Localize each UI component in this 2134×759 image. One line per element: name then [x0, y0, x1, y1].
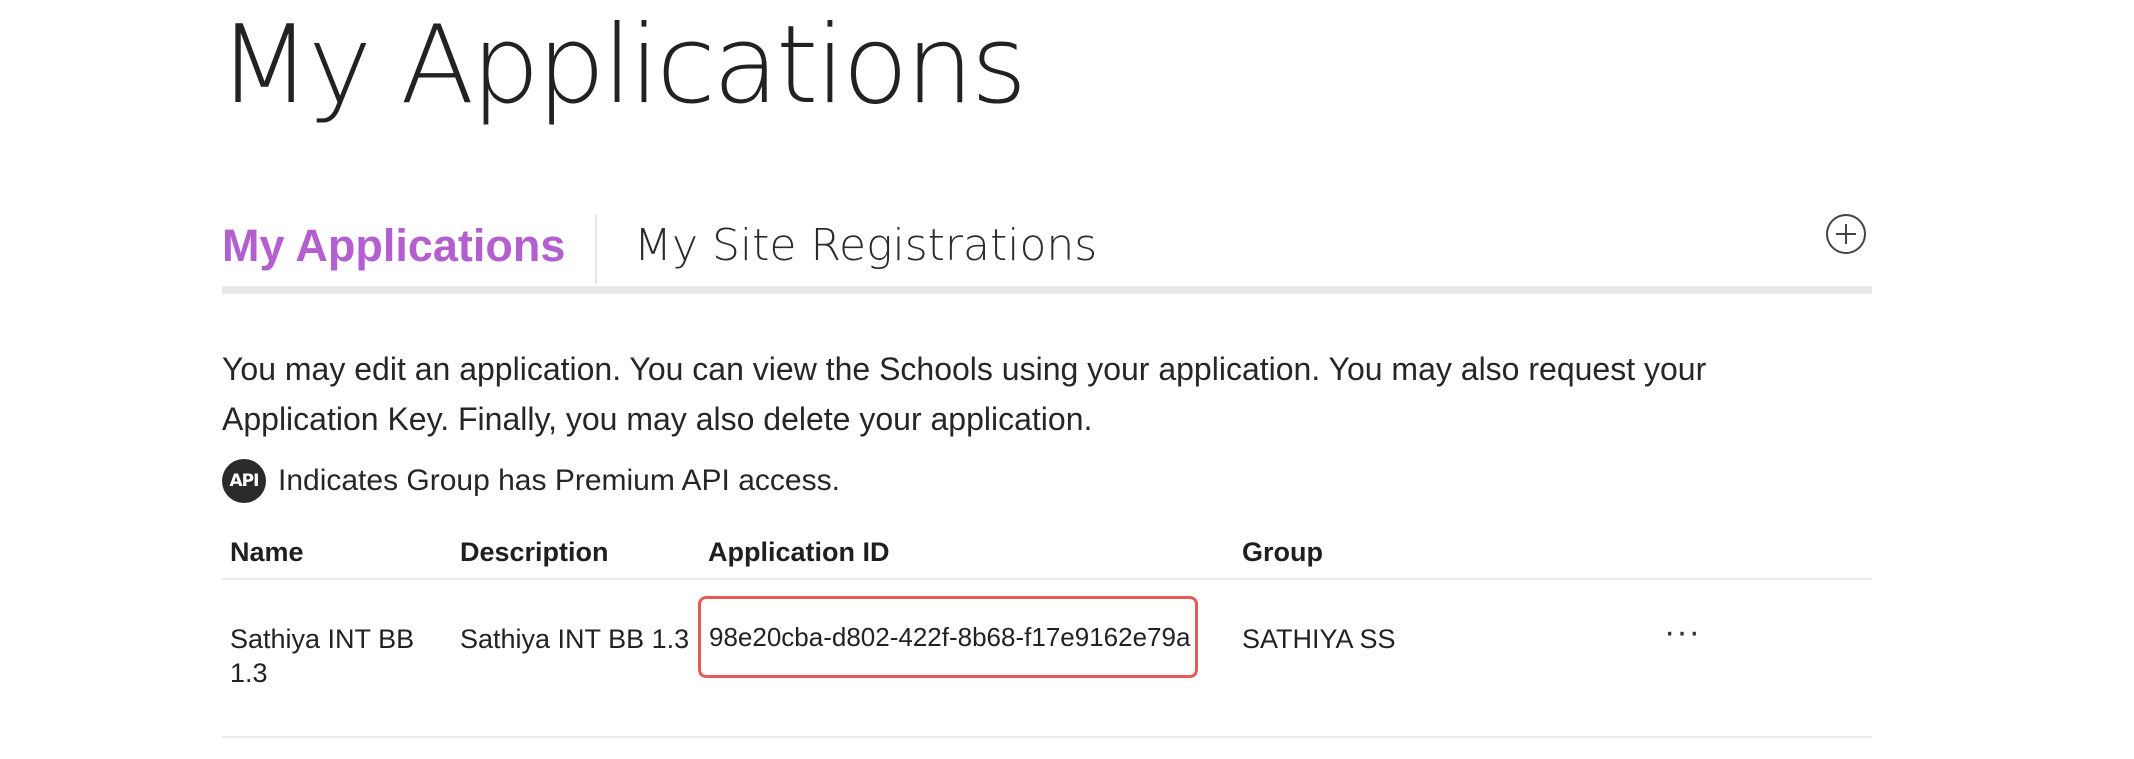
table-header: Name Description Application ID Group: [222, 530, 1872, 580]
applications-table: Name Description Application ID Group Sa…: [222, 530, 1872, 738]
add-application-button[interactable]: [1826, 214, 1866, 254]
tab-my-applications[interactable]: My Applications: [222, 210, 565, 282]
header-application-id: Application ID: [708, 537, 890, 567]
row-actions-more-icon[interactable]: ···: [1664, 612, 1701, 652]
header-group: Group: [1242, 537, 1323, 567]
page-title: My Applications: [218, 3, 1027, 128]
cell-description: Sathiya INT BB 1.3: [460, 624, 690, 654]
api-legend: API Indicates Group has Premium API acce…: [222, 459, 840, 503]
table-row: Sathiya INT BB 1.3 Sathiya INT BB 1.3 98…: [222, 580, 1872, 738]
header-name: Name: [230, 537, 304, 567]
header-description: Description: [460, 537, 609, 567]
api-badge-icon: API: [222, 459, 266, 503]
cell-application-id: 98e20cba-d802-422f-8b68-f17e9162e79a: [698, 596, 1198, 678]
cell-group: SATHIYA SS: [1242, 624, 1396, 654]
tab-divider: [595, 214, 597, 284]
api-legend-text: Indicates Group has Premium API access.: [278, 464, 840, 497]
cell-name: Sathiya INT BB 1.3: [230, 624, 415, 688]
tab-my-site-registrations[interactable]: My Site Registrations: [634, 210, 1097, 282]
application-id-value: 98e20cba-d802-422f-8b68-f17e9162e79a: [709, 621, 1191, 652]
tab-bar: My Applications My Site Registrations: [222, 210, 1872, 294]
plus-circle-icon-vertical: [1844, 224, 1847, 244]
intro-text: You may edit an application. You can vie…: [222, 351, 1707, 437]
